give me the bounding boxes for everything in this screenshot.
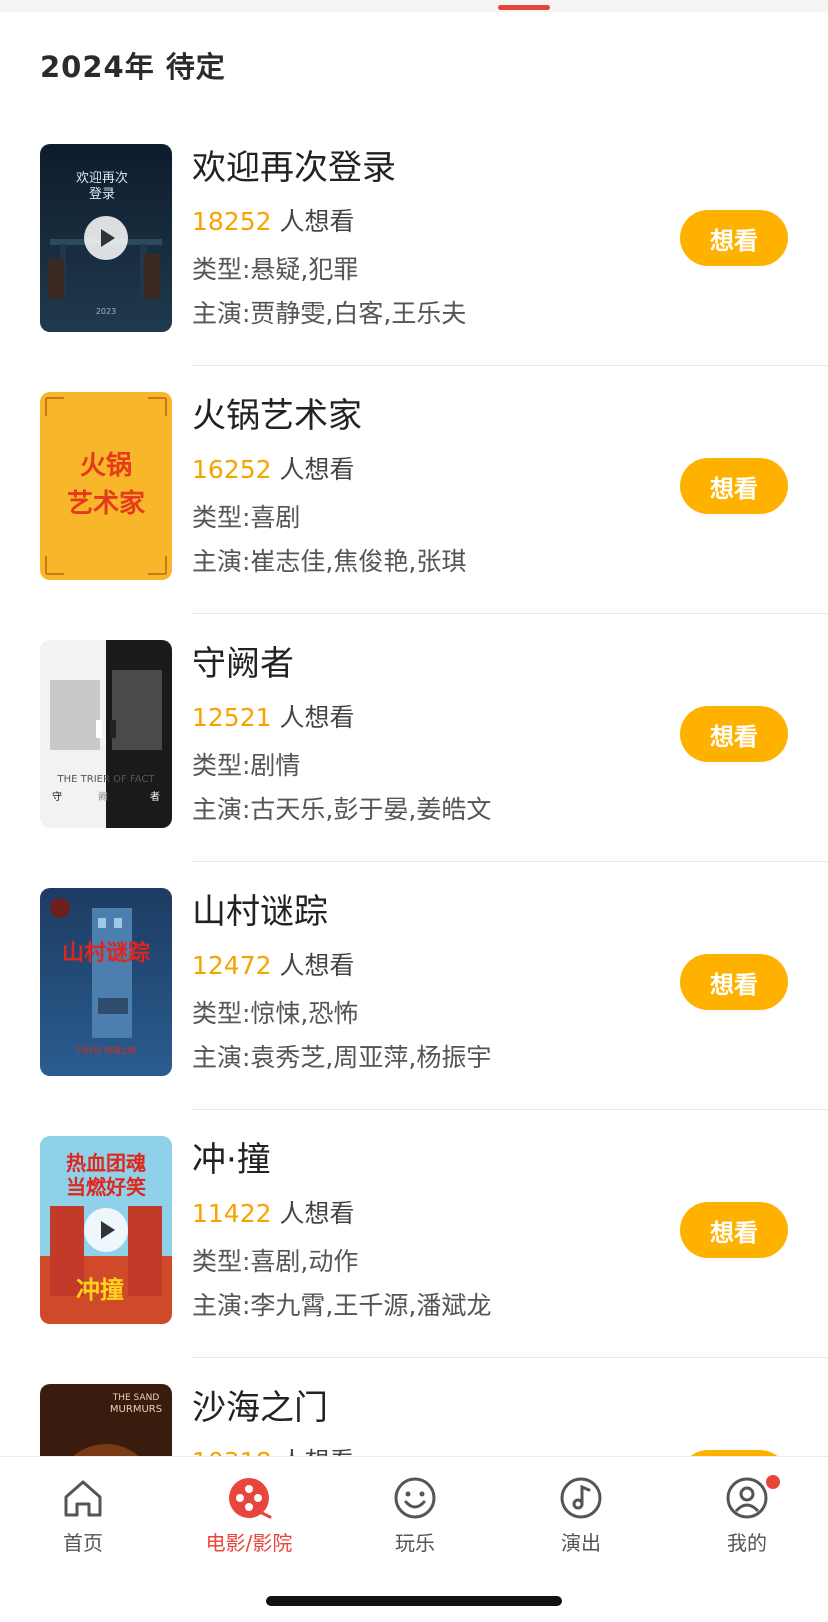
movie-title[interactable]: 山村谜踪 [192,884,328,933]
movie-item[interactable]: THE TRIER OF FACT 守 阙 者 守阙者 12521 人想看 类型… [0,614,828,862]
svg-text:火锅: 火锅 [80,451,132,481]
notification-badge [766,1475,780,1489]
tab-label: 电影/影院 [205,1531,293,1555]
home-indicator [266,1596,562,1606]
want-count: 18252 [192,207,272,236]
want-to-watch-button[interactable]: 想看 [680,210,788,266]
want-to-watch-button[interactable]: 想看 [680,706,788,762]
movie-cast: 主演:古天乐,彭于晏,姜皓文 [192,795,492,824]
movie-title[interactable]: 欢迎再次登录 [192,140,396,189]
tab-shows[interactable]: 演出 [498,1475,664,1565]
svg-text:2023: 2023 [96,307,116,316]
movie-title[interactable]: 沙海之门 [192,1380,328,1429]
top-strip [0,0,828,12]
movie-title[interactable]: 守阙者 [192,636,294,685]
play-trailer-icon[interactable] [84,216,128,260]
want-count-line: 12521 人想看 [192,698,355,734]
movie-cast: 主演:崔志佳,焦俊艳,张琪 [192,547,467,576]
want-count: 11422 [192,1199,272,1228]
want-count: 16252 [192,455,272,484]
movie-item[interactable]: 热血团魂 当燃好笑 冲撞 冲·撞 11422 人想看 类型:喜剧,动作 主演:李… [0,1110,828,1358]
movie-genre: 类型:喜剧 [192,503,301,532]
movie-cast: 主演:贾静雯,白客,王乐夫 [192,299,467,328]
want-suffix: 人想看 [279,951,355,980]
want-to-watch-button[interactable]: 想看 [680,1202,788,1258]
tab-leisure[interactable]: 玩乐 [332,1475,498,1565]
want-suffix: 人想看 [279,1199,355,1228]
svg-text:守: 守 [52,790,62,803]
tab-movies-cinemas[interactable]: 电影/影院 [166,1475,332,1565]
movie-list-page: 2024年 待定 欢迎再次 登录 2023 欢迎再次登录 18252 人想看 类… [0,0,828,1622]
movie-item[interactable]: 欢迎再次 登录 2023 欢迎再次登录 18252 人想看 类型:悬疑,犯罪 主… [0,118,828,366]
user-icon [726,1477,768,1519]
movie-item[interactable]: 火锅 艺术家 火锅艺术家 16252 人想看 类型:喜剧 主演:崔志佳,焦俊艳,… [0,366,828,614]
play-trailer-icon[interactable] [84,1208,128,1252]
want-count-line: 10318 人想看 [192,1442,355,1456]
svg-text:艺术家: 艺术家 [67,488,145,519]
movie-item[interactable]: 山村谜踪 7月6日 惊魂上映 山村谜踪 12472 人想看 类型:惊悚,恐怖 主… [0,862,828,1110]
svg-text:登录: 登录 [89,187,115,202]
movie-list[interactable]: 欢迎再次 登录 2023 欢迎再次登录 18252 人想看 类型:悬疑,犯罪 主… [0,118,828,1456]
movie-poster[interactable]: 山村谜踪 7月6日 惊魂上映 [40,888,172,1076]
svg-text:7月6日 惊魂上映: 7月6日 惊魂上映 [76,1045,137,1055]
tab-label: 首页 [63,1531,103,1555]
movie-poster[interactable]: 热血团魂 当燃好笑 冲撞 [40,1136,172,1324]
want-count-line: 12472 人想看 [192,946,355,982]
want-to-watch-button[interactable]: 想看 [680,458,788,514]
section-title: 2024年 待定 [40,50,226,84]
svg-text:当燃好笑: 当燃好笑 [66,1175,146,1199]
want-count-line: 11422 人想看 [192,1194,355,1230]
tab-label: 演出 [561,1531,601,1555]
tab-mine[interactable]: 我的 [664,1475,828,1565]
movie-genre: 类型:喜剧,动作 [192,1247,359,1276]
music-note-icon [560,1477,602,1519]
movie-poster[interactable]: 欢迎再次 登录 2023 [40,144,172,332]
movie-genre: 类型:惊悚,恐怖 [192,999,359,1028]
svg-text:山村谜踪: 山村谜踪 [62,940,150,966]
svg-text:MURMURS: MURMURS [110,1404,162,1415]
want-count: 10318 [192,1447,272,1456]
movie-cast: 主演:袁秀芝,周亚萍,杨振宇 [192,1043,492,1072]
poster-image: THE TRIER OF FACT 守 阙 者 [40,640,172,828]
film-reel-icon [229,1478,272,1519]
movie-genre: 类型:悬疑,犯罪 [192,255,359,284]
svg-text:THE SAND: THE SAND [112,1393,160,1403]
smile-icon [394,1477,436,1519]
poster-image: 山村谜踪 7月6日 惊魂上映 [40,888,172,1076]
poster-image: THE SAND MURMURS [40,1384,172,1456]
want-suffix: 人想看 [279,455,355,484]
svg-text:者: 者 [150,791,160,803]
want-count: 12521 [192,703,272,732]
tab-label: 我的 [727,1531,767,1555]
svg-text:THE TRIER OF FACT: THE TRIER OF FACT [57,774,156,785]
scroll-indicator [498,5,550,10]
poster-image: 火锅 艺术家 [40,392,172,580]
movie-title[interactable]: 火锅艺术家 [192,388,362,437]
want-count-line: 18252 人想看 [192,202,355,238]
movie-poster[interactable]: THE TRIER OF FACT 守 阙 者 [40,640,172,828]
want-count: 12472 [192,951,272,980]
svg-text:热血团魂: 热血团魂 [66,1151,146,1175]
movie-cast: 主演:李九霄,王千源,潘斌龙 [192,1291,492,1320]
want-to-watch-button[interactable]: 想看 [680,954,788,1010]
svg-text:欢迎再次: 欢迎再次 [76,170,128,186]
movie-genre: 类型:剧情 [192,751,301,780]
want-suffix: 人想看 [279,1447,354,1456]
want-suffix: 人想看 [279,207,355,236]
want-suffix: 人想看 [279,703,355,732]
movie-title[interactable]: 冲·撞 [192,1132,271,1181]
movie-poster[interactable]: 火锅 艺术家 [40,392,172,580]
movie-poster[interactable]: THE SAND MURMURS [40,1384,172,1456]
movie-item[interactable]: THE SAND MURMURS 沙海之门 10318 人想看 想看 [0,1358,828,1456]
tab-home[interactable]: 首页 [0,1475,166,1565]
svg-text:冲撞: 冲撞 [76,1276,124,1304]
want-count-line: 16252 人想看 [192,450,355,486]
svg-text:阙: 阙 [98,790,108,803]
tab-label: 玩乐 [395,1531,435,1555]
home-icon [64,1480,102,1517]
